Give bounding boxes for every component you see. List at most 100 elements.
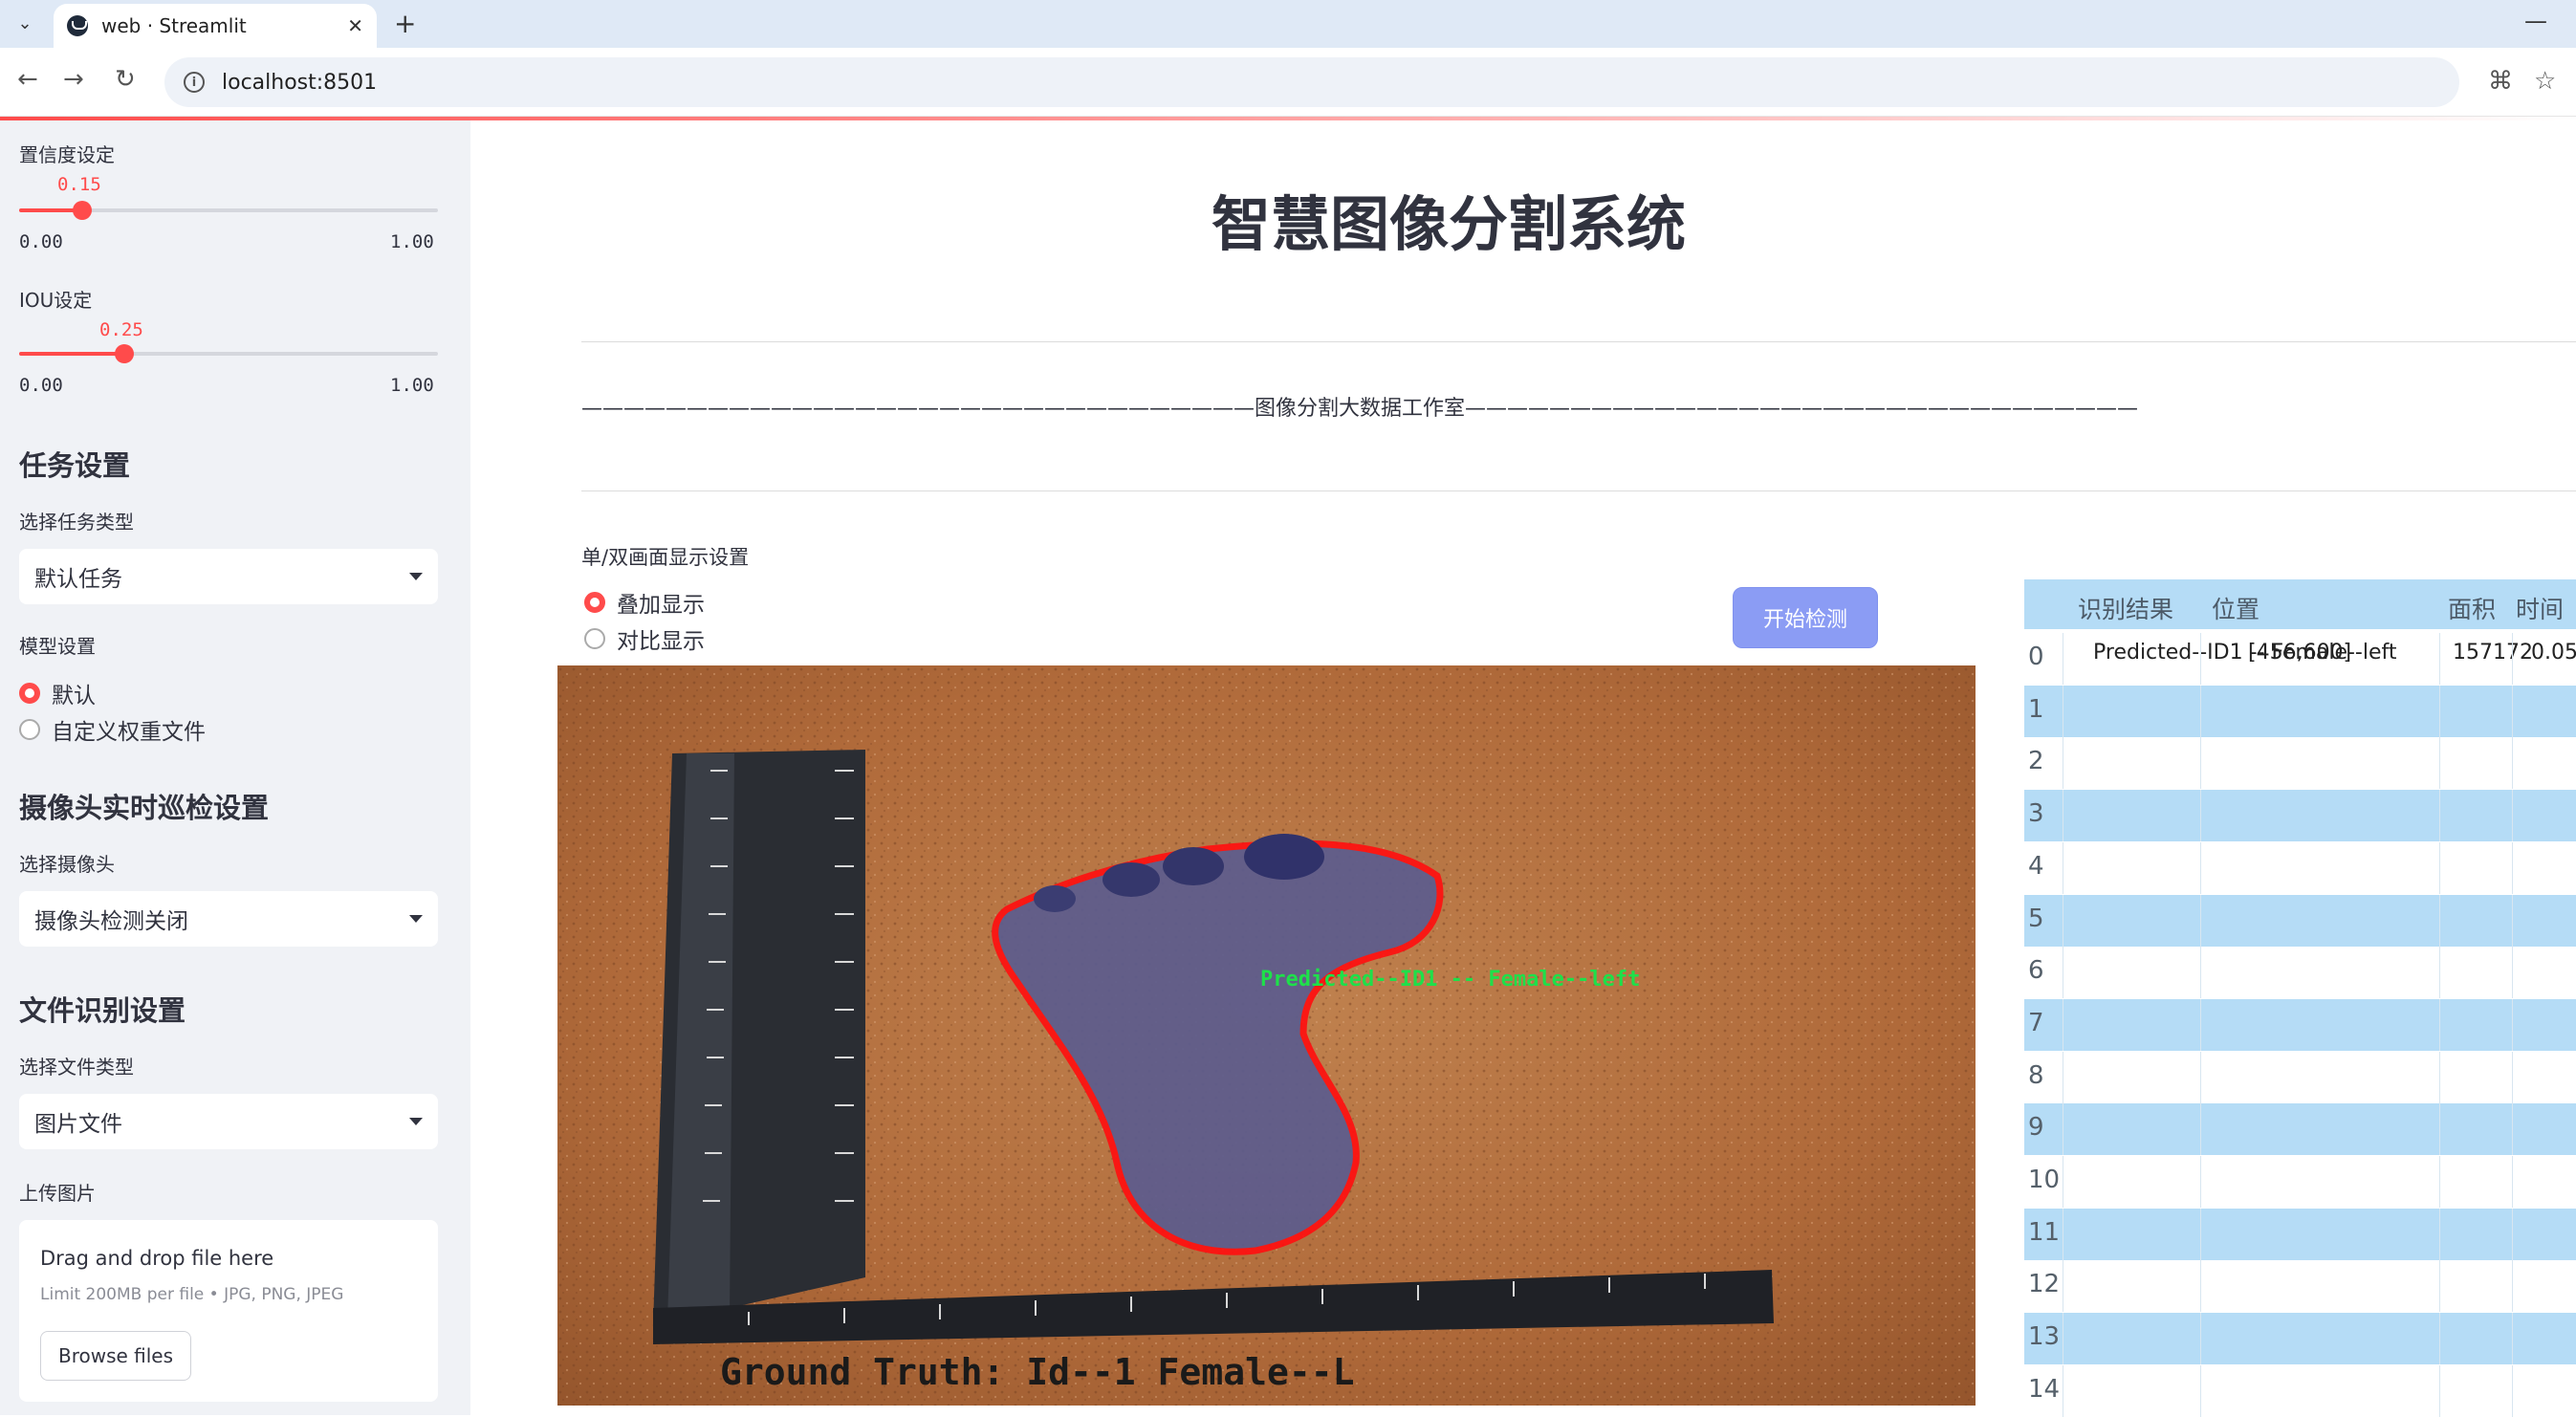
task-type-value: 默认任务 [34, 567, 122, 592]
column-divider [2439, 894, 2440, 947]
confidence-slider-thumb[interactable] [73, 201, 92, 220]
back-arrow-icon[interactable]: ← [17, 65, 38, 94]
column-divider [2439, 841, 2440, 894]
cell-time: 0.05 [2531, 641, 2576, 665]
table-row[interactable]: 2 [2024, 737, 2576, 790]
forward-arrow-icon[interactable]: → [63, 65, 84, 94]
column-divider [2439, 998, 2440, 1051]
browse-files-button[interactable]: Browse files [40, 1331, 191, 1381]
camera-select[interactable]: 摄像头检测关闭 [19, 891, 438, 947]
column-divider [2512, 841, 2513, 894]
site-info-icon[interactable]: i [184, 72, 205, 93]
file-uploader-dropzone[interactable]: Drag and drop file here Limit 200MB per … [19, 1220, 438, 1402]
radio-unselected-icon [19, 719, 40, 740]
footprint-photo: Predicted--ID1 -- Female--left Ground Tr… [557, 665, 1976, 1406]
translate-icon[interactable]: ⌘ [2488, 67, 2513, 96]
column-header-area: 面积 [2448, 596, 2497, 623]
row-index: 7 [2028, 1008, 2044, 1037]
iou-label: IOU设定 [19, 289, 93, 312]
browser-tabbar: ⌄ web · Streamlit ✕ + — [0, 0, 2576, 48]
task-type-select[interactable]: 默认任务 [19, 549, 438, 604]
table-row[interactable]: 9 [2024, 1103, 2576, 1156]
display-option-compare[interactable]: 对比显示 [584, 622, 705, 655]
table-header: 识别结果 位置 面积 时间 [2024, 579, 2576, 629]
new-tab-icon[interactable]: + [394, 8, 416, 39]
radio-selected-icon [584, 592, 605, 613]
model-settings-label: 模型设置 [19, 635, 96, 658]
column-divider [2200, 633, 2201, 685]
column-divider [2439, 1260, 2440, 1313]
column-divider [2200, 1156, 2201, 1208]
iou-slider[interactable] [19, 344, 438, 363]
confidence-slider[interactable] [19, 201, 438, 220]
row-index: 3 [2028, 799, 2044, 829]
row-index: 10 [2028, 1166, 2061, 1194]
table-row[interactable]: 12 [2024, 1260, 2576, 1313]
model-option-label: 默认 [52, 684, 96, 708]
reload-icon[interactable]: ↻ [115, 65, 136, 94]
display-settings-label: 单/双画面显示设置 [581, 546, 750, 569]
table-row[interactable]: 7 [2024, 998, 2576, 1051]
table-row[interactable]: 14 [2024, 1364, 2576, 1417]
display-option-label: 对比显示 [617, 629, 705, 654]
address-bar: ← → ↻ i localhost:8501 ⌘ ☆ [0, 48, 2576, 117]
file-type-select[interactable]: 图片文件 [19, 1094, 438, 1149]
table-row[interactable]: 13 [2024, 1313, 2576, 1365]
row-index: 1 [2028, 694, 2044, 724]
column-divider [2200, 1364, 2201, 1417]
dropdown-arrow-icon [409, 573, 423, 580]
prediction-overlay-label: Predicted--ID1 -- Female--left [1260, 968, 1640, 992]
iou-max: 1.00 [390, 375, 434, 396]
start-detection-button[interactable]: 开始检测 [1733, 587, 1878, 648]
table-row[interactable]: 8 [2024, 1051, 2576, 1103]
column-divider [2512, 998, 2513, 1051]
table-row[interactable]: 1 [2024, 685, 2576, 737]
display-option-overlay[interactable]: 叠加显示 [584, 586, 705, 619]
column-divider [2439, 947, 2440, 999]
divider [581, 490, 2576, 491]
iou-slider-fill [19, 352, 124, 356]
column-divider [2200, 790, 2201, 842]
file-type-value: 图片文件 [34, 1112, 122, 1137]
tab-list-chevron-icon[interactable]: ⌄ [10, 8, 40, 38]
column-divider [2512, 1260, 2513, 1313]
row-index: 8 [2028, 1060, 2044, 1090]
file-type-label: 选择文件类型 [19, 1056, 134, 1079]
radio-unselected-icon [584, 628, 605, 649]
row-index: 6 [2028, 956, 2044, 986]
column-header-position: 位置 [2212, 596, 2260, 623]
window-minimize-icon[interactable]: — [2524, 8, 2547, 34]
table-row[interactable]: 11 [2024, 1208, 2576, 1260]
display-option-label: 叠加显示 [617, 593, 705, 618]
tab-close-icon[interactable]: ✕ [347, 14, 363, 37]
model-option-custom[interactable]: 自定义权重文件 [19, 713, 206, 746]
column-divider [2439, 790, 2440, 842]
column-divider [2200, 1051, 2201, 1103]
camera-settings-header: 摄像头实时巡检设置 [19, 792, 270, 824]
row-index: 13 [2028, 1322, 2061, 1352]
browser-tab[interactable]: web · Streamlit ✕ [54, 4, 377, 48]
table-row[interactable]: 5 [2024, 894, 2576, 947]
row-index: 14 [2028, 1374, 2061, 1404]
table-row[interactable]: 4 [2024, 841, 2576, 894]
ground-truth-caption: Ground Truth: Id--1 Female--L [720, 1351, 1354, 1393]
column-divider [2439, 1208, 2440, 1260]
column-divider [2200, 737, 2201, 790]
table-row[interactable]: 0 Predicted--ID1 -- Female--left [456,600]… [2024, 633, 2576, 685]
iou-slider-thumb[interactable] [115, 344, 134, 363]
column-divider [2200, 1208, 2201, 1260]
cell-position: [456,600] [2248, 641, 2352, 665]
bookmark-star-icon[interactable]: ☆ [2534, 67, 2556, 96]
table-row[interactable]: 6 [2024, 947, 2576, 999]
table-row[interactable]: 10 [2024, 1156, 2576, 1208]
camera-value: 摄像头检测关闭 [34, 909, 188, 934]
iou-value: 0.25 [99, 319, 143, 340]
detection-result-image: Predicted--ID1 -- Female--left Ground Tr… [557, 665, 1976, 1406]
column-header-time: 时间 [2516, 596, 2565, 623]
url-field[interactable]: i localhost:8501 [164, 57, 2459, 107]
upload-title: Drag and drop file here [40, 1247, 274, 1270]
model-option-default[interactable]: 默认 [19, 677, 96, 709]
model-option-label: 自定义权重文件 [52, 720, 206, 745]
column-divider [2439, 685, 2440, 737]
table-row[interactable]: 3 [2024, 790, 2576, 842]
